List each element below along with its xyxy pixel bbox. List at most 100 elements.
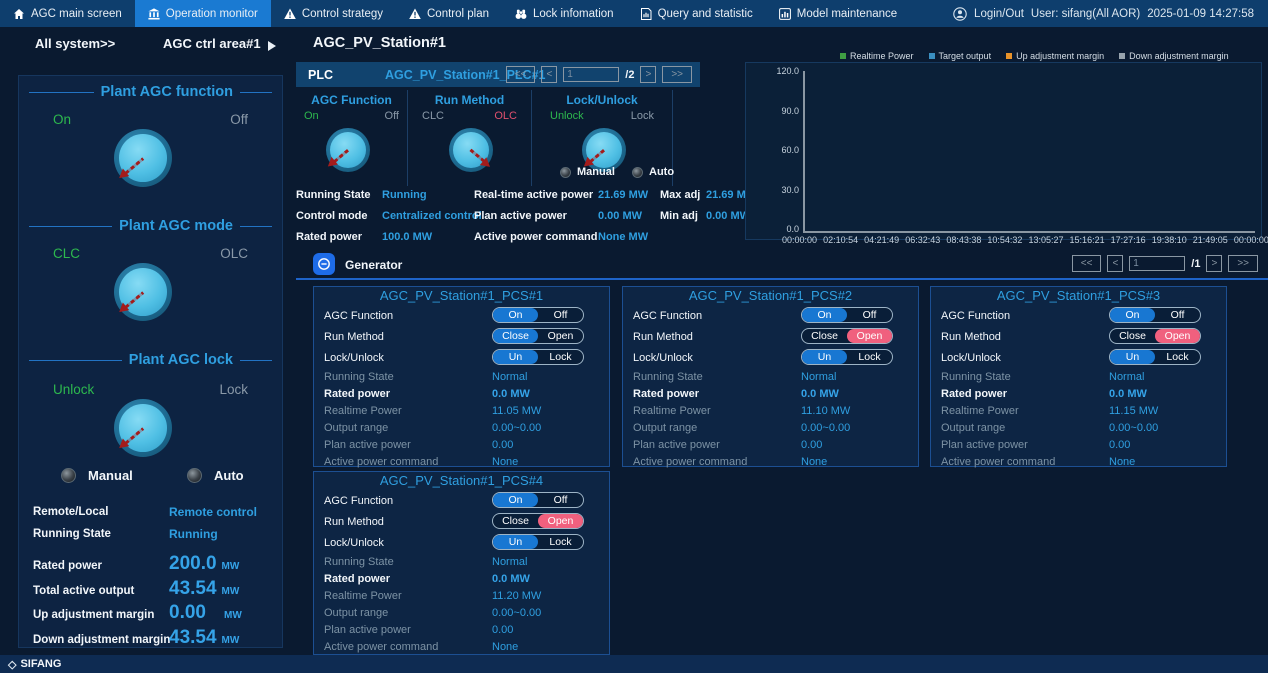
toggle-off[interactable]: Off bbox=[538, 493, 583, 507]
user-icon bbox=[953, 7, 967, 21]
field-value: None bbox=[492, 456, 518, 468]
realtime-power-row: Realtime Power11.15 MW bbox=[931, 402, 1226, 419]
nav-agc-main-screen[interactable]: AGC main screen bbox=[0, 0, 135, 27]
nav-query-statistic[interactable]: Query and statistic bbox=[627, 0, 766, 27]
toggle-unlock[interactable]: Un bbox=[802, 350, 847, 364]
toggle-on[interactable]: On bbox=[493, 308, 538, 322]
lock-unlock-toggle[interactable]: Un Lock bbox=[492, 534, 584, 550]
page-title-station: AGC_PV_Station#1 bbox=[313, 35, 446, 51]
run-method-toggle[interactable]: Close Open bbox=[801, 328, 893, 344]
agc-function-toggle[interactable]: On Off bbox=[492, 307, 584, 323]
running-state-row: Running StateNormal bbox=[314, 368, 609, 385]
toggle-off[interactable]: Off bbox=[1155, 308, 1200, 322]
pcs-card-title: AGC_PV_Station#1_PCS#2 bbox=[623, 287, 918, 305]
page-number-input[interactable] bbox=[563, 67, 619, 82]
info-label: Min adj bbox=[660, 210, 706, 222]
nav-model-maintenance[interactable]: Model maintenance bbox=[766, 0, 910, 27]
first-page-button[interactable]: << bbox=[506, 66, 536, 83]
nav-control-strategy[interactable]: Control strategy bbox=[271, 0, 396, 27]
nav-control-plan[interactable]: Control plan bbox=[396, 0, 502, 27]
field-label: Plan active power bbox=[941, 439, 1028, 451]
auto-radio[interactable] bbox=[187, 468, 202, 483]
toggle-unlock[interactable]: Un bbox=[493, 535, 538, 549]
toggle-on[interactable]: On bbox=[802, 308, 847, 322]
toggle-unlock[interactable]: Un bbox=[493, 350, 538, 364]
run-method-row: Run Method Close Open bbox=[314, 326, 609, 347]
lock-unlock-toggle[interactable]: Un Lock bbox=[801, 349, 893, 365]
nav-operation-monitor[interactable]: Operation monitor bbox=[135, 0, 271, 27]
off-label: Off bbox=[385, 110, 399, 122]
field-label: Realtime Power bbox=[633, 405, 711, 417]
nav-lock-infomation[interactable]: Lock infomation bbox=[502, 0, 627, 27]
plant-agc-mode-knob[interactable] bbox=[114, 263, 172, 321]
y-tick-label: 120.0 bbox=[776, 66, 799, 76]
toggle-open[interactable]: Open bbox=[538, 514, 583, 528]
run-method-row: Run Method Close Open bbox=[314, 511, 609, 532]
sifang-logo-icon: ◇ bbox=[8, 658, 16, 671]
group-title: Run Method bbox=[408, 93, 531, 107]
realtime-power-row: Realtime Power11.10 MW bbox=[623, 402, 918, 419]
field-label: Lock/Unlock bbox=[324, 352, 384, 364]
toggle-off[interactable]: Off bbox=[538, 308, 583, 322]
plant-agc-function-knob[interactable] bbox=[114, 129, 172, 187]
auto-label: Auto bbox=[214, 468, 244, 483]
legend-swatch bbox=[929, 53, 935, 59]
lock-label: Lock bbox=[219, 382, 248, 397]
x-tick-label: 10:54:32 bbox=[987, 235, 1022, 245]
plan-active-power-row: Plan active power0.00 bbox=[314, 621, 609, 638]
legend-swatch bbox=[1119, 53, 1125, 59]
prev-page-button[interactable]: < bbox=[541, 66, 557, 83]
toggle-off[interactable]: Off bbox=[847, 308, 892, 322]
rated-power-row: Rated power0.0 MW bbox=[314, 570, 609, 587]
bank-icon bbox=[148, 8, 160, 20]
first-page-button[interactable]: << bbox=[1072, 255, 1102, 272]
toggle-on[interactable]: On bbox=[493, 493, 538, 507]
toggle-unlock[interactable]: Un bbox=[1110, 350, 1155, 364]
field-value: 0.0 MW bbox=[1109, 388, 1147, 400]
toggle-open[interactable]: Open bbox=[538, 329, 583, 343]
auto-radio[interactable] bbox=[632, 167, 643, 178]
last-page-button[interactable]: >> bbox=[1228, 255, 1258, 272]
toggle-close[interactable]: Close bbox=[493, 514, 538, 528]
prev-page-button[interactable]: < bbox=[1107, 255, 1123, 272]
last-page-button[interactable]: >> bbox=[662, 66, 692, 83]
lock-unlock-toggle[interactable]: Un Lock bbox=[492, 349, 584, 365]
run-method-toggle[interactable]: Close Open bbox=[492, 328, 584, 344]
run-method-toggle[interactable]: Close Open bbox=[1109, 328, 1201, 344]
plant-agc-panel: Plant AGC function On Off Plant AGC mode… bbox=[18, 75, 283, 648]
run-method-toggle[interactable]: Close Open bbox=[492, 513, 584, 529]
toggle-open[interactable]: Open bbox=[1155, 329, 1200, 343]
plc-agc-function-knob[interactable] bbox=[326, 128, 370, 172]
toggle-lock[interactable]: Lock bbox=[1155, 350, 1200, 364]
lock-unlock-toggle[interactable]: Un Lock bbox=[1109, 349, 1201, 365]
section-title-agc-function: Plant AGC function bbox=[19, 84, 282, 100]
manual-radio[interactable] bbox=[560, 167, 571, 178]
manual-radio[interactable] bbox=[61, 468, 76, 483]
down-adjustment-margin-value: 43.54MW bbox=[169, 627, 239, 649]
toggle-on[interactable]: On bbox=[1110, 308, 1155, 322]
page-number-input[interactable] bbox=[1129, 256, 1185, 271]
plant-agc-lock-knob[interactable] bbox=[114, 399, 172, 457]
nav-label: Query and statistic bbox=[658, 8, 753, 20]
lock-unlock-row: Lock/Unlock Un Lock bbox=[931, 347, 1226, 368]
toggle-open[interactable]: Open bbox=[847, 329, 892, 343]
agc-function-toggle[interactable]: On Off bbox=[1109, 307, 1201, 323]
auto-label: Auto bbox=[649, 166, 674, 178]
agc-function-toggle[interactable]: On Off bbox=[492, 492, 584, 508]
toggle-close[interactable]: Close bbox=[1110, 329, 1155, 343]
agc-function-toggle[interactable]: On Off bbox=[801, 307, 893, 323]
generator-header-bar: Generator << < /1 > >> bbox=[296, 250, 1268, 280]
toggle-lock[interactable]: Lock bbox=[538, 350, 583, 364]
breadcrumb-area[interactable]: AGC ctrl area#1 bbox=[163, 36, 261, 51]
toggle-lock[interactable]: Lock bbox=[847, 350, 892, 364]
toggle-lock[interactable]: Lock bbox=[538, 535, 583, 549]
login-out-link[interactable]: Login/Out bbox=[974, 8, 1024, 20]
toggle-close[interactable]: Close bbox=[802, 329, 847, 343]
breadcrumb-all-system[interactable]: All system>> bbox=[35, 36, 115, 51]
toggle-close[interactable]: Close bbox=[493, 329, 538, 343]
down-adjustment-margin-label: Down adjustment margin bbox=[33, 634, 170, 646]
next-page-button[interactable]: > bbox=[640, 66, 656, 83]
next-page-button[interactable]: > bbox=[1206, 255, 1222, 272]
plc-run-method-knob[interactable] bbox=[449, 128, 493, 172]
field-label: Lock/Unlock bbox=[941, 352, 1001, 364]
